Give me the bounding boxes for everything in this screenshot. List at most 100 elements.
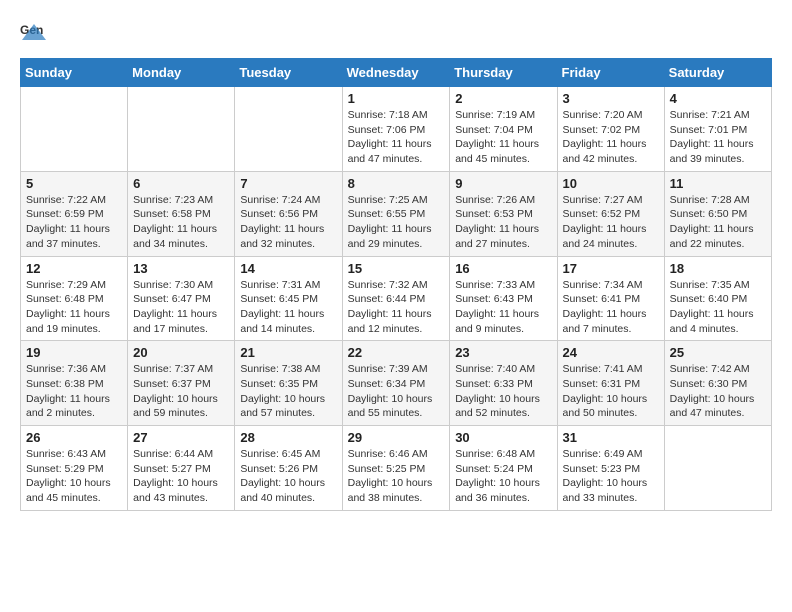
calendar-week-row: 12 Sunrise: 7:29 AMSunset: 6:48 PMDayligh…	[21, 256, 772, 341]
day-number: 23	[455, 345, 551, 360]
day-info: Sunrise: 7:33 AMSunset: 6:43 PMDaylight:…	[455, 278, 551, 337]
day-info: Sunrise: 6:49 AMSunset: 5:23 PMDaylight:…	[563, 447, 659, 506]
day-number: 14	[240, 261, 336, 276]
day-info: Sunrise: 7:18 AMSunset: 7:06 PMDaylight:…	[348, 108, 445, 167]
calendar-cell: 20Sunrise: 7:37 AMSunset: 6:37 PMDayligh…	[128, 341, 235, 426]
day-number: 18	[670, 261, 766, 276]
day-number: 26	[26, 430, 122, 445]
day-number: 29	[348, 430, 445, 445]
calendar-cell: 31 Sunrise: 6:49 AMSunset: 5:23 PMDayligh…	[557, 426, 664, 511]
day-number: 12	[26, 261, 122, 276]
page-header: Gen	[20, 20, 772, 48]
day-info: Sunrise: 7:24 AMSunset: 6:56 PMDaylight:…	[240, 193, 336, 252]
calendar-cell	[235, 87, 342, 172]
calendar-cell: 18Sunrise: 7:35 AMSunset: 6:40 PMDayligh…	[664, 256, 771, 341]
calendar-cell	[21, 87, 128, 172]
day-number: 21	[240, 345, 336, 360]
day-number: 10	[563, 176, 659, 191]
calendar-cell: 14 Sunrise: 7:31 AMSunset: 6:45 PMDayligh…	[235, 256, 342, 341]
weekday-header-row: SundayMondayTuesdayWednesdayThursdayFrid…	[21, 59, 772, 87]
calendar-cell: 29 Sunrise: 6:46 AMSunset: 5:25 PMDayligh…	[342, 426, 450, 511]
calendar-cell: 7 Sunrise: 7:24 AMSunset: 6:56 PMDaylight…	[235, 171, 342, 256]
day-info: Sunrise: 6:46 AMSunset: 5:25 PMDaylight:…	[348, 447, 445, 506]
calendar-cell	[128, 87, 235, 172]
day-info: Sunrise: 7:21 AMSunset: 7:01 PMDaylight:…	[670, 108, 766, 167]
day-number: 2	[455, 91, 551, 106]
weekday-header-sunday: Sunday	[21, 59, 128, 87]
calendar-cell: 22 Sunrise: 7:39 AMSunset: 6:34 PMDayligh…	[342, 341, 450, 426]
day-info: Sunrise: 7:40 AMSunset: 6:33 PMDaylight:…	[455, 362, 551, 421]
day-info: Sunrise: 7:39 AMSunset: 6:34 PMDaylight:…	[348, 362, 445, 421]
day-info: Sunrise: 7:25 AMSunset: 6:55 PMDaylight:…	[348, 193, 445, 252]
day-number: 30	[455, 430, 551, 445]
weekday-header-thursday: Thursday	[450, 59, 557, 87]
logo-icon: Gen	[20, 20, 48, 48]
calendar-week-row: 19Sunrise: 7:36 AMSunset: 6:38 PMDayligh…	[21, 341, 772, 426]
day-number: 7	[240, 176, 336, 191]
day-info: Sunrise: 7:30 AMSunset: 6:47 PMDaylight:…	[133, 278, 229, 337]
day-info: Sunrise: 7:23 AMSunset: 6:58 PMDaylight:…	[133, 193, 229, 252]
logo: Gen	[20, 20, 52, 48]
calendar-cell	[664, 426, 771, 511]
calendar-cell: 8 Sunrise: 7:25 AMSunset: 6:55 PMDaylight…	[342, 171, 450, 256]
day-number: 24	[563, 345, 659, 360]
day-number: 27	[133, 430, 229, 445]
day-info: Sunrise: 7:38 AMSunset: 6:35 PMDaylight:…	[240, 362, 336, 421]
calendar-cell: 25Sunrise: 7:42 AMSunset: 6:30 PMDayligh…	[664, 341, 771, 426]
calendar-cell: 21 Sunrise: 7:38 AMSunset: 6:35 PMDayligh…	[235, 341, 342, 426]
day-info: Sunrise: 7:22 AMSunset: 6:59 PMDaylight:…	[26, 193, 122, 252]
day-info: Sunrise: 7:27 AMSunset: 6:52 PMDaylight:…	[563, 193, 659, 252]
day-number: 1	[348, 91, 445, 106]
calendar-week-row: 26Sunrise: 6:43 AMSunset: 5:29 PMDayligh…	[21, 426, 772, 511]
day-info: Sunrise: 6:45 AMSunset: 5:26 PMDaylight:…	[240, 447, 336, 506]
calendar-cell: 30 Sunrise: 6:48 AMSunset: 5:24 PMDayligh…	[450, 426, 557, 511]
day-number: 22	[348, 345, 445, 360]
day-number: 13	[133, 261, 229, 276]
day-info: Sunrise: 7:26 AMSunset: 6:53 PMDaylight:…	[455, 193, 551, 252]
day-number: 20	[133, 345, 229, 360]
day-info: Sunrise: 7:42 AMSunset: 6:30 PMDaylight:…	[670, 362, 766, 421]
calendar-cell: 3 Sunrise: 7:20 AMSunset: 7:02 PMDaylight…	[557, 87, 664, 172]
day-info: Sunrise: 7:34 AMSunset: 6:41 PMDaylight:…	[563, 278, 659, 337]
weekday-header-tuesday: Tuesday	[235, 59, 342, 87]
calendar-cell: 4Sunrise: 7:21 AMSunset: 7:01 PMDaylight…	[664, 87, 771, 172]
calendar-week-row: 1 Sunrise: 7:18 AMSunset: 7:06 PMDaylight…	[21, 87, 772, 172]
calendar-cell: 13 Sunrise: 7:30 AMSunset: 6:47 PMDayligh…	[128, 256, 235, 341]
calendar-table: SundayMondayTuesdayWednesdayThursdayFrid…	[20, 58, 772, 511]
calendar-cell: 19Sunrise: 7:36 AMSunset: 6:38 PMDayligh…	[21, 341, 128, 426]
day-info: Sunrise: 6:44 AMSunset: 5:27 PMDaylight:…	[133, 447, 229, 506]
weekday-header-friday: Friday	[557, 59, 664, 87]
day-info: Sunrise: 7:36 AMSunset: 6:38 PMDaylight:…	[26, 362, 122, 421]
day-number: 3	[563, 91, 659, 106]
calendar-cell: 27 Sunrise: 6:44 AMSunset: 5:27 PMDayligh…	[128, 426, 235, 511]
day-info: Sunrise: 6:48 AMSunset: 5:24 PMDaylight:…	[455, 447, 551, 506]
day-info: Sunrise: 7:31 AMSunset: 6:45 PMDaylight:…	[240, 278, 336, 337]
day-number: 8	[348, 176, 445, 191]
day-info: Sunrise: 7:29 AMSunset: 6:48 PMDaylight:…	[26, 278, 122, 337]
day-number: 16	[455, 261, 551, 276]
calendar-cell: 17Sunrise: 7:34 AMSunset: 6:41 PMDayligh…	[557, 256, 664, 341]
day-info: Sunrise: 7:20 AMSunset: 7:02 PMDaylight:…	[563, 108, 659, 167]
calendar-week-row: 5Sunrise: 7:22 AMSunset: 6:59 PMDaylight…	[21, 171, 772, 256]
weekday-header-wednesday: Wednesday	[342, 59, 450, 87]
day-number: 6	[133, 176, 229, 191]
day-info: Sunrise: 7:32 AMSunset: 6:44 PMDaylight:…	[348, 278, 445, 337]
day-number: 15	[348, 261, 445, 276]
day-info: Sunrise: 7:19 AMSunset: 7:04 PMDaylight:…	[455, 108, 551, 167]
calendar-cell: 23 Sunrise: 7:40 AMSunset: 6:33 PMDayligh…	[450, 341, 557, 426]
day-number: 31	[563, 430, 659, 445]
calendar-cell: 5Sunrise: 7:22 AMSunset: 6:59 PMDaylight…	[21, 171, 128, 256]
calendar-cell: 6 Sunrise: 7:23 AMSunset: 6:58 PMDaylight…	[128, 171, 235, 256]
calendar-cell: 10 Sunrise: 7:27 AMSunset: 6:52 PMDayligh…	[557, 171, 664, 256]
day-info: Sunrise: 7:41 AMSunset: 6:31 PMDaylight:…	[563, 362, 659, 421]
calendar-cell: 2 Sunrise: 7:19 AMSunset: 7:04 PMDaylight…	[450, 87, 557, 172]
day-info: Sunrise: 7:28 AMSunset: 6:50 PMDaylight:…	[670, 193, 766, 252]
calendar-cell: 11Sunrise: 7:28 AMSunset: 6:50 PMDayligh…	[664, 171, 771, 256]
calendar-cell: 1 Sunrise: 7:18 AMSunset: 7:06 PMDaylight…	[342, 87, 450, 172]
calendar-cell: 16 Sunrise: 7:33 AMSunset: 6:43 PMDayligh…	[450, 256, 557, 341]
calendar-cell: 26Sunrise: 6:43 AMSunset: 5:29 PMDayligh…	[21, 426, 128, 511]
day-number: 9	[455, 176, 551, 191]
calendar-cell: 15 Sunrise: 7:32 AMSunset: 6:44 PMDayligh…	[342, 256, 450, 341]
calendar-cell: 24 Sunrise: 7:41 AMSunset: 6:31 PMDayligh…	[557, 341, 664, 426]
calendar-cell: 9 Sunrise: 7:26 AMSunset: 6:53 PMDaylight…	[450, 171, 557, 256]
